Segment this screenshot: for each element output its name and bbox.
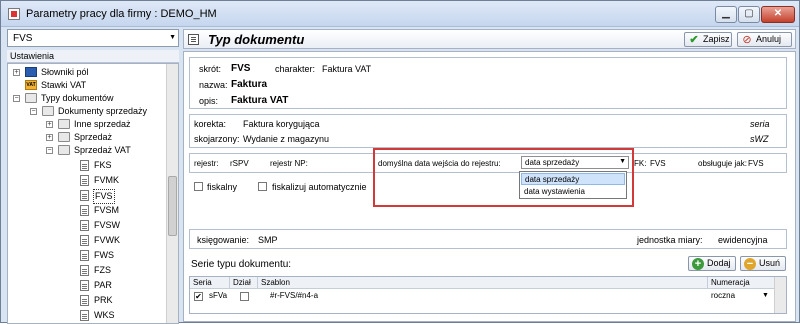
series-szablon-cell[interactable]: #r-FVS/#n4-a [270, 291, 318, 300]
save-button[interactable]: ✔ Zapisz [684, 32, 732, 47]
korekta-value[interactable]: Faktura korygująca [243, 119, 320, 129]
series-table: Seria Dział Szablon Numeracja ✔ sFVa #r-… [189, 276, 787, 314]
collapse-icon[interactable]: − [13, 95, 20, 102]
obsluguje-value[interactable]: FVS [748, 159, 764, 168]
series-dzial-checkbox[interactable] [240, 292, 249, 301]
vat-icon: VAT [25, 80, 37, 90]
fk-value[interactable]: FVS [650, 159, 666, 168]
scrollbar-thumb[interactable] [168, 176, 177, 236]
checkmark-icon: ✔ [689, 34, 699, 46]
plus-icon: + [692, 258, 704, 270]
identity-section: skrót: FVS charakter: Faktura VAT nazwa:… [189, 57, 787, 109]
expand-icon[interactable]: + [46, 134, 53, 141]
expand-icon[interactable]: + [13, 69, 20, 76]
folder-icon [25, 93, 37, 103]
folder-icon [58, 132, 70, 142]
korekta-seria[interactable]: seria [750, 119, 770, 129]
app-icon [8, 8, 20, 20]
skojarzony-seria[interactable]: sWZ [750, 134, 769, 144]
collapse-icon[interactable]: − [46, 147, 53, 154]
panel-title: Typ dokumentu [208, 32, 305, 47]
cancel-button[interactable]: ⊘ Anuluj [737, 32, 792, 47]
ksiegowanie-value[interactable]: SMP [258, 235, 278, 245]
window-title: Parametry pracy dla firmy : DEMO_HM [26, 8, 217, 20]
document-icon [80, 205, 89, 216]
folder-icon [58, 145, 70, 155]
nazwa-value[interactable]: Faktura [231, 79, 267, 90]
series-row-checkbox[interactable]: ✔ [194, 292, 203, 301]
combo-value: FVS [13, 33, 33, 44]
fiskalny-checkbox[interactable] [194, 182, 203, 191]
correction-section: korekta: Faktura korygująca seria skojar… [189, 114, 787, 148]
fiskalizuj-checkbox[interactable] [258, 182, 267, 191]
document-icon [80, 235, 89, 246]
document-icon [80, 250, 89, 261]
skrot-value[interactable]: FVS [231, 63, 250, 74]
document-icon [80, 265, 89, 276]
close-button[interactable]: ✕ [761, 6, 795, 23]
series-numeracja-cell[interactable]: roczna [711, 291, 735, 300]
collapse-icon[interactable]: − [30, 108, 37, 115]
left-pane: FVS ▼ Ustawienia + Słowniki pól VAT Staw… [7, 29, 179, 324]
dictionary-icon [25, 67, 37, 77]
settings-tree: + Słowniki pól VAT Stawki VAT − Typy dok… [7, 63, 179, 324]
remove-series-button[interactable]: − Usuń [740, 256, 786, 271]
folder-icon [58, 119, 70, 129]
tree-header: Ustawienia [7, 50, 179, 63]
main-window: Parametry pracy dla firmy : DEMO_HM ▁ ▢ … [0, 0, 800, 324]
opis-value[interactable]: Faktura VAT [231, 95, 288, 106]
series-title: Serie typu dokumentu: [191, 259, 292, 270]
minus-icon: − [744, 258, 756, 270]
panel-header: Typ dokumentu ✔ Zapisz ⊘ Anuluj [183, 29, 796, 49]
cancel-icon: ⊘ [742, 34, 752, 46]
title-bar: Parametry pracy dla firmy : DEMO_HM ▁ ▢ … [1, 1, 799, 27]
document-icon [80, 280, 89, 291]
rejestr-value[interactable]: rSPV [230, 159, 249, 168]
folder-icon [42, 106, 54, 116]
document-type-combo[interactable]: FVS ▼ [7, 29, 179, 47]
document-icon [80, 160, 89, 171]
document-icon [80, 295, 89, 306]
jm-value[interactable]: ewidencyjna [718, 235, 768, 245]
minimize-button[interactable]: ▁ [715, 6, 737, 23]
series-scrollbar[interactable] [774, 277, 786, 313]
document-icon [80, 310, 89, 321]
expand-icon[interactable]: + [46, 121, 53, 128]
document-icon [80, 190, 89, 201]
chevron-down-icon[interactable]: ▼ [169, 34, 176, 41]
document-icon [80, 175, 89, 186]
maximize-button[interactable]: ▢ [738, 6, 760, 23]
document-icon [80, 220, 89, 231]
highlight-frame [373, 148, 634, 207]
tree-scrollbar[interactable] [166, 64, 178, 323]
chevron-down-icon[interactable]: ▼ [762, 292, 769, 299]
series-seria-cell[interactable]: sFVa [209, 291, 227, 300]
accounting-section: księgowanie: SMP jednostka miary: ewiden… [189, 229, 787, 249]
skojarzony-value[interactable]: Wydanie z magazynu [243, 134, 329, 144]
document-icon [188, 34, 199, 45]
add-series-button[interactable]: + Dodaj [688, 256, 736, 271]
charakter-value[interactable]: Faktura VAT [322, 64, 371, 74]
